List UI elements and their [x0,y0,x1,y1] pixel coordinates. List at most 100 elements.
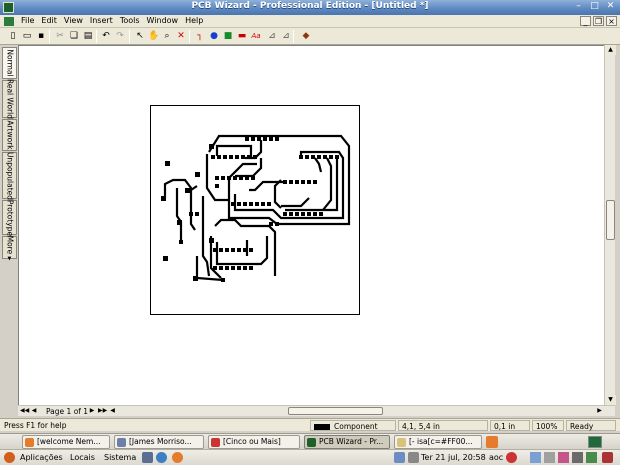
text-icon[interactable]: Aa [250,30,262,42]
task-james-morrison[interactable]: [James Morriso... [114,435,204,449]
menu-edit[interactable]: Edit [41,16,57,25]
pad [269,222,273,226]
menu-window[interactable]: Window [147,16,179,25]
pcb-board[interactable] [150,105,360,315]
menu-file[interactable]: File [21,16,34,25]
vertical-scroll-thumb[interactable] [606,200,615,240]
pcb-wizard-icon [307,438,316,447]
next-page-icon[interactable]: ▶ [88,406,96,416]
menu-tools[interactable]: Tools [120,16,140,25]
task-pcb-wizard[interactable]: PCB Wizard - Pr... [304,435,390,449]
track [201,196,211,277]
paste-icon[interactable]: ▤ [82,30,94,42]
smd-pad-icon[interactable]: ▬ [236,30,248,42]
track-icon[interactable]: ┐ [194,30,206,42]
document-icon[interactable] [4,17,14,26]
track [322,157,333,211]
scroll-left-icon[interactable]: ◀ [108,406,117,416]
scroll-up-icon[interactable]: ▲ [605,45,616,55]
task-isa[interactable]: [- isa[c=#FF00... [394,435,482,449]
track [314,157,323,173]
network-icon[interactable] [394,452,405,463]
first-page-icon[interactable]: ◀◀ [20,406,29,416]
email-launcher-icon[interactable] [142,452,153,463]
tab-more[interactable]: More ▸ [2,235,17,260]
tray-battery-icon[interactable] [586,452,597,463]
menu-help[interactable]: Help [185,16,203,25]
power-icon[interactable] [506,452,517,463]
logout-icon[interactable] [602,452,613,463]
menu-view[interactable]: View [64,16,83,25]
pad [249,248,253,252]
document-restore-button[interactable]: ❐ [593,16,604,26]
pad [289,212,293,216]
track [215,144,253,158]
help-launcher-icon[interactable] [156,452,167,463]
volume-icon[interactable] [408,452,419,463]
firefox-launcher-icon[interactable] [172,452,183,463]
pad-square-icon[interactable]: ■ [222,30,234,42]
ubuntu-logo-icon[interactable] [4,452,15,463]
layer-indicator[interactable]: Component Side [310,420,396,442]
last-page-icon[interactable]: ▶▶ [98,406,107,416]
menu-applications[interactable]: Aplicações [20,453,63,462]
maximize-button[interactable]: □ [588,1,601,13]
pad [237,248,241,252]
grid-size[interactable]: 0,1 in [490,420,530,431]
tab-artwork[interactable]: Artwork [2,119,17,151]
chat-icon [397,438,406,447]
menu-insert[interactable]: Insert [90,16,113,25]
pad [243,202,247,206]
horizontal-scroll-thumb[interactable] [288,407,383,415]
system-panel: Aplicações Locais Sistema Ter 21 jul, 20… [0,449,620,465]
pad [299,155,303,159]
close-button[interactable]: ✕ [604,1,617,13]
pad [163,256,168,261]
task-cinco-ou-mais[interactable]: [Cinco ou Mais] [208,435,300,449]
user-name[interactable]: aoc [489,453,503,462]
tray-chat-icon[interactable] [558,452,569,463]
menu-system[interactable]: Sistema [104,453,136,462]
undo-icon[interactable]: ↶ [100,30,112,42]
tray-app-icon[interactable] [544,452,555,463]
cut-icon[interactable]: ✂ [54,30,66,42]
clock[interactable]: Ter 21 jul, 20:58 [421,453,486,462]
pad [195,212,199,216]
zoom-level[interactable]: 100% [532,420,564,431]
save-icon[interactable]: ▪ [35,30,47,42]
previous-page-icon[interactable]: ◀ [30,406,38,416]
zoom-icon[interactable]: ⌕ [161,30,173,42]
copy-icon[interactable]: ❏ [68,30,80,42]
notification-icon[interactable] [486,436,498,448]
redo-icon[interactable]: ↷ [114,30,126,42]
tab-real-world[interactable]: Real World [2,79,17,119]
document-minimize-button[interactable]: _ [580,16,591,26]
scroll-down-icon[interactable]: ▼ [605,395,616,405]
select-arrow-icon[interactable]: ↖ [134,30,146,42]
workspace-switcher-icon[interactable] [588,436,602,448]
design-canvas[interactable] [18,45,604,405]
pad [193,276,198,281]
scroll-right-icon[interactable]: ▶ [595,406,604,416]
vertical-scrollbar[interactable]: ▲ ▼ [604,45,616,405]
hand-pan-icon[interactable]: ✋ [148,30,160,42]
component-dropdown-icon[interactable]: ◆ [298,30,314,42]
pad-icon[interactable]: ● [208,30,220,42]
pad [225,248,229,252]
new-icon[interactable]: ▯ [7,30,19,42]
minimize-button[interactable]: – [572,1,585,13]
pad [215,184,219,188]
tab-unpopulated[interactable]: Unpopulated [2,151,17,200]
document-close-button[interactable]: × [606,16,617,26]
tab-prototype[interactable]: Prototype [2,199,17,236]
pad [213,266,217,270]
tray-bluetooth-icon[interactable] [572,452,583,463]
tab-normal[interactable]: Normal [2,47,17,79]
dimension-icon[interactable]: ⊿ [266,30,278,42]
mail-indicator-icon[interactable] [530,452,541,463]
task-welcome[interactable]: [welcome Nem... [22,435,110,449]
auto-route-icon[interactable]: ⊿ [280,30,292,42]
delete-icon[interactable]: ✕ [175,30,187,42]
menu-places[interactable]: Locais [70,453,95,462]
open-icon[interactable]: ▭ [21,30,33,42]
